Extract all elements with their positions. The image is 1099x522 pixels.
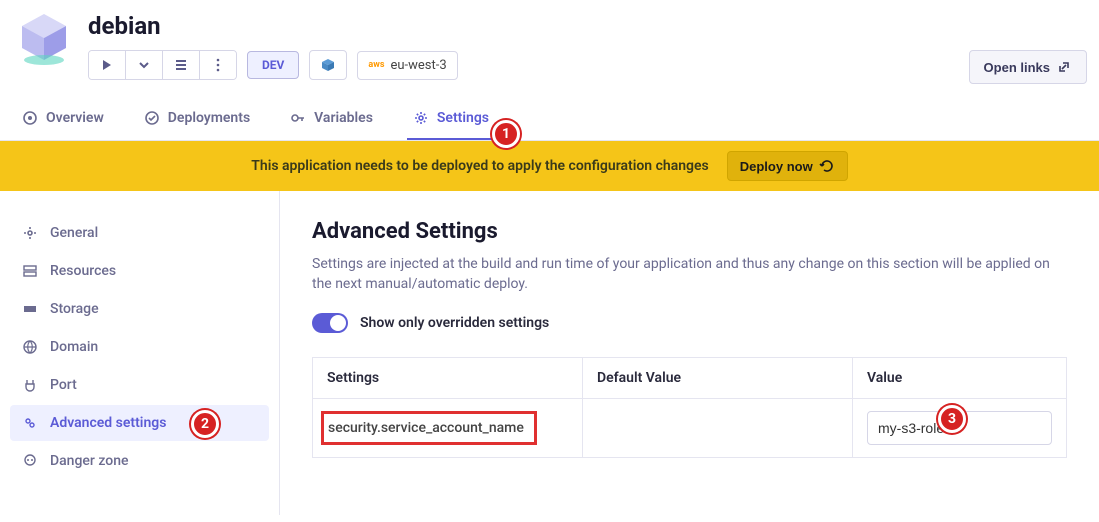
more-button[interactable] bbox=[200, 51, 236, 79]
settings-table: Settings Default Value Value security.se… bbox=[312, 357, 1067, 458]
open-links-label: Open links bbox=[984, 60, 1050, 75]
tab-label: Variables bbox=[314, 110, 373, 126]
col-settings: Settings bbox=[313, 357, 583, 398]
tab-label: Overview bbox=[46, 110, 104, 126]
setting-key: security.service_account_name bbox=[321, 411, 537, 445]
region-chip[interactable]: aws eu-west-3 bbox=[357, 51, 457, 80]
toggle-label: Show only overridden settings bbox=[360, 315, 549, 331]
more-vertical-icon bbox=[210, 57, 226, 73]
play-icon bbox=[99, 57, 115, 73]
deploy-now-button[interactable]: Deploy now bbox=[727, 151, 848, 181]
sidebar-item-label: Port bbox=[50, 377, 77, 393]
key-icon bbox=[290, 110, 306, 126]
tab-label: Settings bbox=[437, 110, 489, 126]
sidebar-item-label: Danger zone bbox=[50, 453, 129, 469]
play-dropdown[interactable] bbox=[126, 51, 163, 79]
sidebar-item-label: Resources bbox=[50, 263, 116, 279]
sidebar-item-resources[interactable]: Resources bbox=[10, 253, 269, 289]
main-content: Advanced Settings Settings are injected … bbox=[280, 191, 1099, 515]
region-label: eu-west-3 bbox=[390, 58, 446, 73]
sliders-icon bbox=[22, 415, 38, 431]
open-links-button[interactable]: Open links bbox=[969, 50, 1087, 84]
sidebar-item-label: Advanced settings bbox=[50, 415, 166, 431]
env-badge[interactable]: DEV bbox=[247, 51, 299, 79]
sidebar-item-port[interactable]: Port bbox=[10, 367, 269, 403]
target-icon bbox=[22, 110, 38, 126]
app-title: debian bbox=[88, 12, 1083, 40]
plug-icon bbox=[22, 377, 38, 393]
container-chip[interactable] bbox=[309, 50, 347, 80]
col-default: Default Value bbox=[583, 357, 853, 398]
sidebar-item-danger[interactable]: Danger zone bbox=[10, 443, 269, 479]
server-icon bbox=[22, 263, 38, 279]
sidebar-item-label: General bbox=[50, 225, 98, 241]
annotation-marker-3: 3 bbox=[938, 405, 966, 433]
deploy-label: Deploy now bbox=[740, 159, 813, 174]
page-heading: Advanced Settings bbox=[312, 219, 1067, 244]
tab-variables[interactable]: Variables bbox=[284, 98, 379, 140]
run-button-group bbox=[88, 50, 237, 80]
col-value: Value bbox=[853, 357, 1067, 398]
chevron-down-icon bbox=[136, 57, 152, 73]
gear-icon bbox=[22, 225, 38, 241]
skull-icon bbox=[22, 453, 38, 469]
sidebar-item-label: Storage bbox=[50, 301, 99, 317]
main-tabs: Overview Deployments Variables Settings … bbox=[0, 98, 1099, 141]
stack-icon bbox=[173, 57, 189, 73]
default-value bbox=[583, 398, 853, 457]
link-icon bbox=[1056, 59, 1072, 75]
table-row: security.service_account_name 3 bbox=[313, 398, 1067, 457]
banner-message: This application needs to be deployed to… bbox=[251, 158, 708, 174]
sidebar-item-advanced[interactable]: Advanced settings 2 bbox=[10, 405, 269, 441]
sidebar-item-storage[interactable]: Storage bbox=[10, 291, 269, 327]
tab-settings[interactable]: Settings bbox=[407, 98, 495, 140]
annotation-marker-2: 2 bbox=[191, 410, 219, 438]
play-button[interactable] bbox=[89, 51, 126, 79]
refresh-icon bbox=[819, 158, 835, 174]
sidebar-item-general[interactable]: General bbox=[10, 215, 269, 251]
app-header: debian DEV aws bbox=[0, 0, 1099, 80]
cube-icon bbox=[320, 57, 336, 73]
check-circle-icon bbox=[144, 110, 160, 126]
app-logo bbox=[16, 10, 72, 66]
aws-icon: aws bbox=[368, 60, 384, 70]
toolbar: DEV aws eu-west-3 bbox=[88, 50, 1083, 80]
override-toggle[interactable] bbox=[312, 313, 348, 333]
page-description: Settings are injected at the build and r… bbox=[312, 254, 1067, 295]
disk-icon bbox=[22, 301, 38, 317]
stack-button[interactable] bbox=[163, 51, 200, 79]
tab-overview[interactable]: Overview bbox=[16, 98, 110, 140]
tab-label: Deployments bbox=[168, 110, 250, 126]
sidebar-item-domain[interactable]: Domain bbox=[10, 329, 269, 365]
tab-deployments[interactable]: Deployments bbox=[138, 98, 256, 140]
globe-icon bbox=[22, 339, 38, 355]
deploy-banner: This application needs to be deployed to… bbox=[0, 141, 1099, 191]
annotation-marker-1: 1 bbox=[492, 120, 520, 148]
settings-sidebar: General Resources Storage Domain Port Ad… bbox=[0, 191, 280, 515]
gear-icon bbox=[413, 110, 429, 126]
sidebar-item-label: Domain bbox=[50, 339, 98, 355]
